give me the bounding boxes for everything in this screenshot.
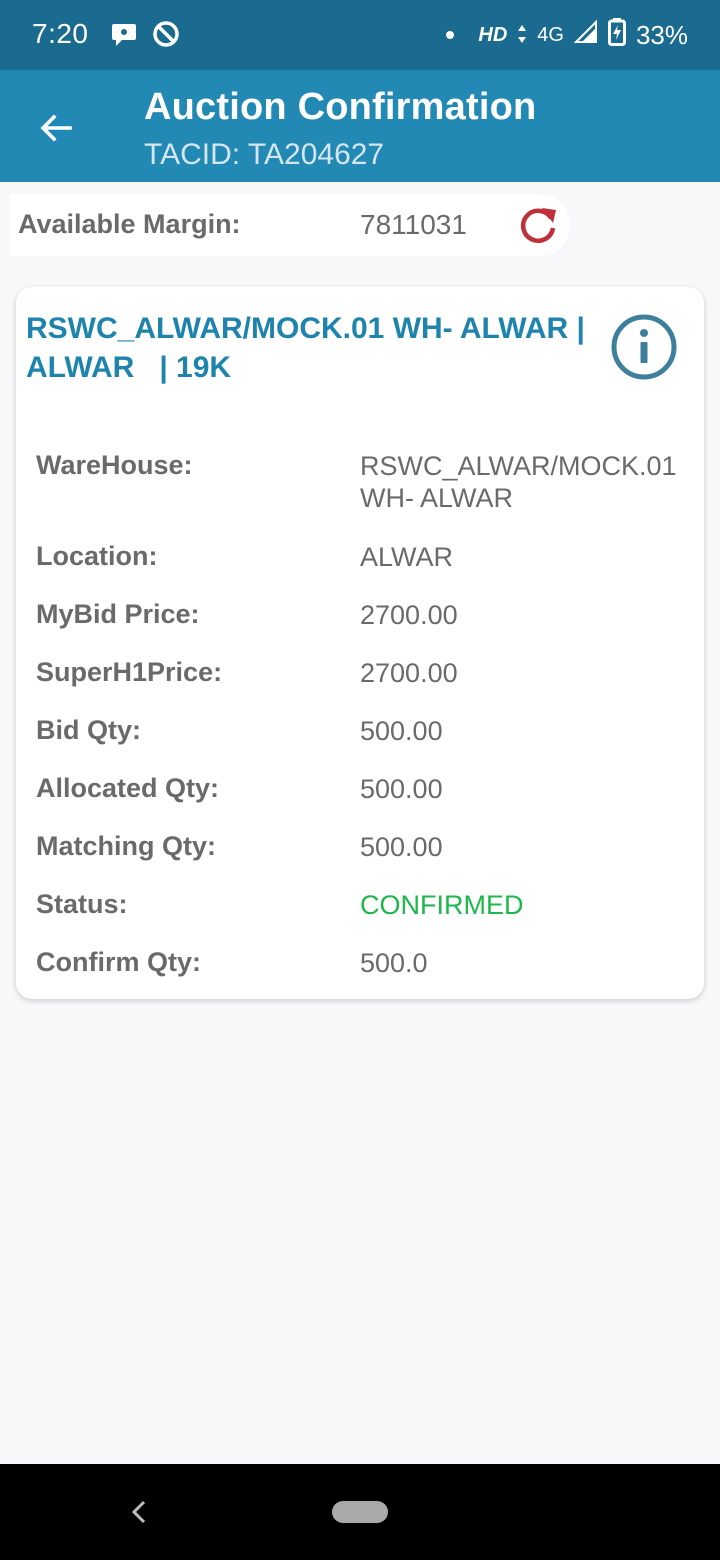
mybid-price-label: MyBid Price: (36, 599, 200, 629)
nav-back-icon (131, 1500, 146, 1524)
nav-home-button[interactable] (332, 1501, 388, 1523)
page-title: Auction Confirmation (144, 86, 537, 128)
confirm-qty-label: Confirm Qty: (36, 947, 201, 977)
allocated-qty-value: 500.00 (360, 774, 443, 804)
back-arrow-icon (40, 114, 72, 142)
status-time: 7:20 (32, 18, 89, 49)
battery-charging-icon (607, 17, 626, 53)
bid-qty-label: Bid Qty: (36, 715, 141, 745)
detail-row-bid-qty: Bid Qty: 500.00 (36, 715, 686, 747)
refresh-icon (520, 208, 556, 243)
data-arrows-icon (517, 20, 527, 51)
back-button[interactable] (28, 100, 84, 156)
refresh-button[interactable] (515, 202, 561, 248)
status-badge: CONFIRMED (360, 890, 524, 920)
detail-row-warehouse: WareHouse: RSWC_ALWAR/MOCK.01 WH- ALWAR (36, 450, 686, 514)
detail-row-mybid-price: MyBid Price: 2700.00 (36, 599, 686, 631)
matching-qty-label: Matching Qty: (36, 831, 216, 861)
notification-dot-icon (446, 31, 455, 39)
status-right-group: HD 4G 33% (446, 17, 688, 53)
location-label: Location: (36, 541, 158, 571)
auction-card: RSWC_ALWAR/MOCK.01 WH- ALWAR | ALWAR | 1… (16, 287, 704, 999)
page-subtitle: TACID: TA204627 (144, 138, 385, 171)
info-icon (611, 314, 677, 380)
available-margin-bar: Available Margin: 7811031 (10, 194, 570, 256)
detail-row-location: Location: ALWAR (36, 541, 686, 573)
superh1-price-label: SuperH1Price: (36, 657, 223, 687)
do-not-disturb-icon (152, 20, 180, 48)
app-bar: Auction Confirmation TACID: TA204627 (0, 70, 720, 182)
status-bar: 7:20 HD 4G 33% (0, 0, 720, 70)
network-type: 4G (537, 23, 564, 46)
battery-percentage: 33% (635, 19, 688, 50)
hd-label: HD (478, 23, 508, 46)
chat-icon (110, 20, 138, 48)
available-margin-value: 7811031 (360, 209, 467, 240)
detail-row-superh1-price: SuperH1Price: 2700.00 (36, 657, 686, 689)
info-button[interactable] (610, 313, 678, 381)
available-margin-label: Available Margin: (18, 209, 241, 239)
allocated-qty-label: Allocated Qty: (36, 773, 220, 803)
matching-qty-value: 500.00 (360, 832, 443, 862)
card-title: RSWC_ALWAR/MOCK.01 WH- ALWAR | ALWAR | 1… (26, 312, 585, 384)
location-value: ALWAR (360, 542, 454, 572)
system-nav-bar (0, 1464, 720, 1560)
warehouse-value: RSWC_ALWAR/MOCK.01 WH- ALWAR (360, 451, 677, 513)
confirm-qty-value: 500.0 (360, 948, 428, 978)
detail-row-status: Status: CONFIRMED (36, 889, 686, 921)
warehouse-label: WareHouse: (36, 450, 193, 480)
detail-row-allocated-qty: Allocated Qty: 500.00 (36, 773, 686, 805)
mybid-price-value: 2700.00 (360, 600, 458, 630)
signal-icon (573, 19, 598, 51)
superh1-price-value: 2700.00 (360, 658, 458, 688)
bid-qty-value: 500.00 (360, 716, 443, 746)
nav-back-button[interactable] (124, 1496, 154, 1528)
detail-row-matching-qty: Matching Qty: 500.00 (36, 831, 686, 863)
status-label: Status: (36, 889, 128, 919)
detail-row-confirm-qty: Confirm Qty: 500.0 (36, 947, 686, 979)
